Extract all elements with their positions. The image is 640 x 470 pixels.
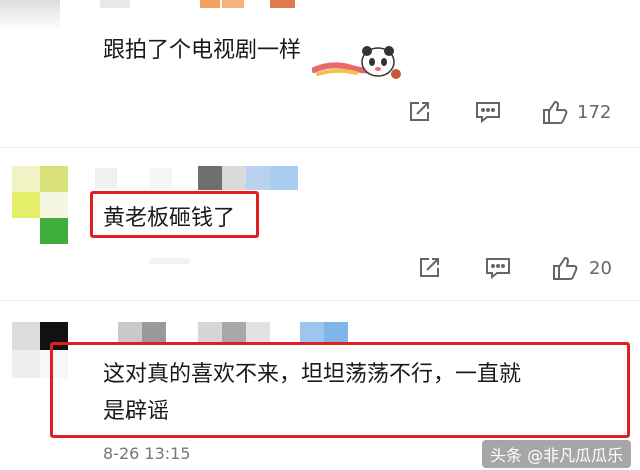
reply-button[interactable]: [485, 256, 511, 280]
blurred-username: [150, 168, 172, 188]
share-icon: [410, 102, 429, 121]
blurred-username: [222, 322, 246, 344]
reply-icon: [476, 102, 500, 124]
blurred-username: [222, 0, 244, 8]
blurred-username: [270, 0, 295, 8]
comment-text-line2: 是辟谣: [103, 399, 170, 424]
blurred-username: [118, 322, 142, 344]
like-button[interactable]: 172: [541, 98, 611, 126]
comment-text: 跟拍了个电视剧一样: [103, 38, 302, 63]
like-button[interactable]: 20: [551, 254, 612, 282]
blurred-username: [324, 322, 348, 344]
blurred-meta: [150, 258, 190, 264]
blurred-username: [270, 166, 298, 190]
divider: [0, 147, 640, 148]
blurred-username: [222, 166, 246, 190]
reply-icon: [486, 258, 510, 280]
comment-text: 黄老板砸钱了: [103, 206, 236, 231]
blurred-username: [198, 166, 222, 190]
timestamp: 8-26 13:15: [103, 444, 191, 463]
blurred-username: [198, 322, 222, 344]
blurred-username: [246, 322, 270, 344]
blurred-username: [100, 0, 130, 8]
share-icon: [420, 258, 439, 277]
blurred-username: [200, 0, 220, 8]
watermark: 头条 @非凡瓜瓜乐: [482, 440, 632, 468]
blurred-username: [142, 322, 166, 344]
like-count: 172: [577, 101, 612, 123]
divider: [0, 300, 640, 301]
share-button[interactable]: [407, 100, 431, 124]
reply-button[interactable]: [475, 100, 501, 124]
blurred-username: [300, 322, 324, 344]
blurred-username: [0, 0, 60, 30]
blurred-username: [95, 168, 117, 188]
avatar: [12, 166, 68, 246]
like-count: 20: [589, 257, 612, 279]
thumbs-up-icon: [553, 256, 578, 280]
blurred-username: [246, 166, 270, 190]
share-button[interactable]: [417, 256, 441, 280]
comment-text-line1: 这对真的喜欢不来，坦坦荡荡不行，一直就: [103, 362, 522, 387]
thumbs-up-icon: [543, 100, 568, 124]
panda-sticker-icon: [311, 40, 402, 88]
